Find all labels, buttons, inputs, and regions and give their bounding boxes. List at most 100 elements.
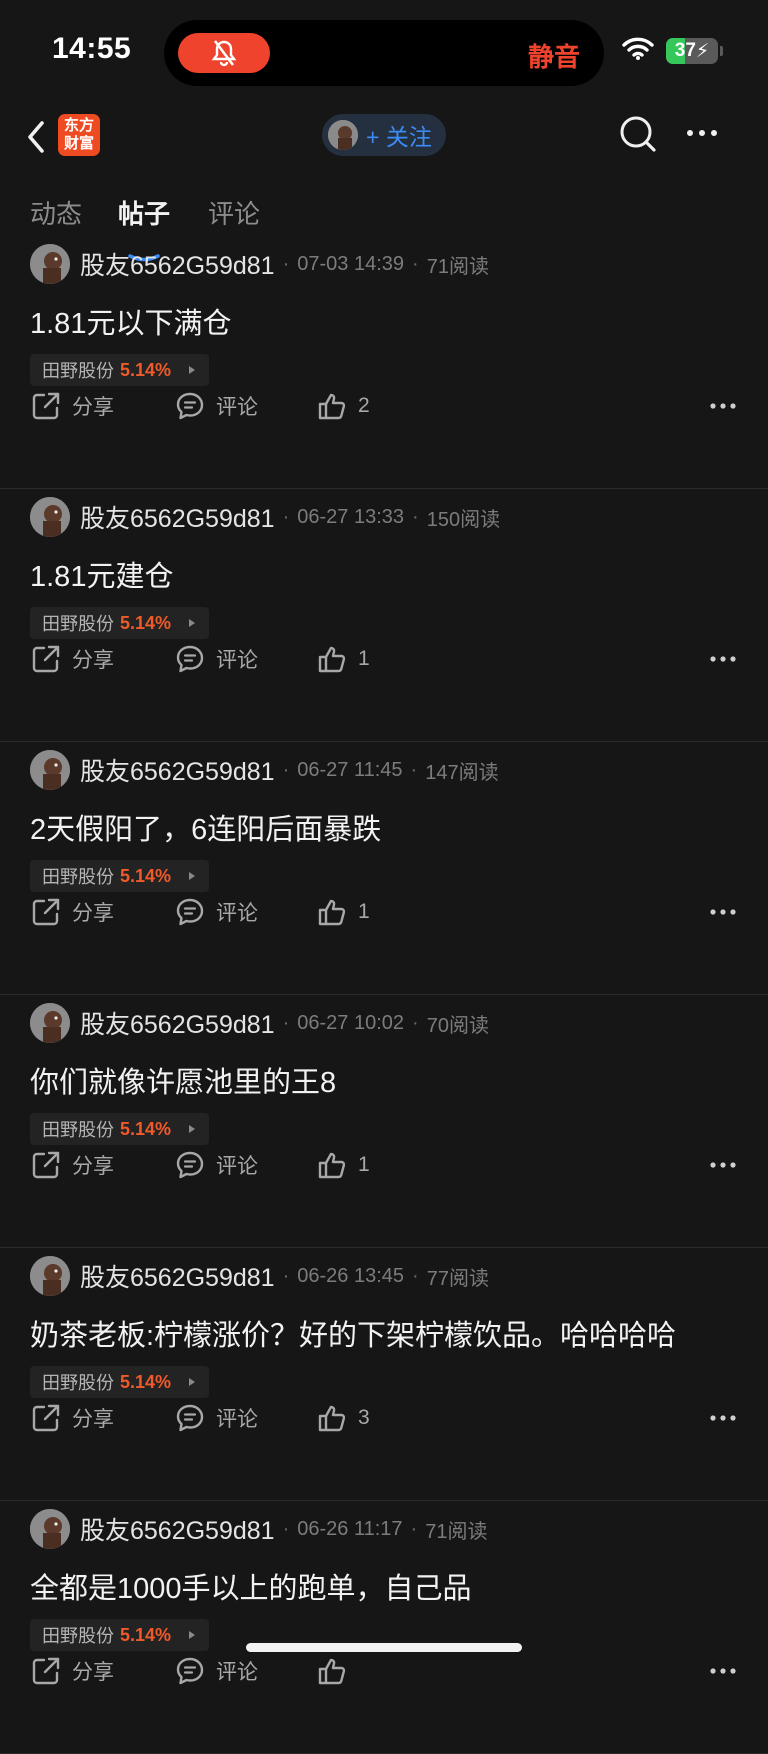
read-count: 71阅读: [425, 1520, 488, 1543]
post-text[interactable]: 1.81元以下满仓: [30, 300, 231, 342]
comment-label: 评论: [216, 902, 258, 925]
post-text[interactable]: 奶茶老板:柠檬涨价？好的下架柠檬饮品。哈哈哈哈: [30, 1312, 676, 1354]
comment-icon: [176, 898, 204, 926]
more-icon[interactable]: [684, 118, 724, 148]
dynamic-island: 静音: [164, 20, 604, 86]
share-button[interactable]: 分享: [30, 1145, 114, 1185]
author-name[interactable]: 股友6562G59d81: [80, 752, 275, 788]
like-count: 1: [358, 900, 370, 923]
stock-tag[interactable]: 田野股份 5.14%: [30, 860, 210, 892]
stock-name: 田野股份: [42, 361, 114, 381]
more-options-icon[interactable]: [708, 1408, 738, 1428]
battery-cap: [720, 46, 723, 56]
like-button[interactable]: 1: [316, 892, 370, 932]
post-item[interactable]: 股友6562G59d81 · 06-27 10:02 · 70阅读 你们就像许愿…: [0, 995, 768, 1248]
share-button[interactable]: 分享: [30, 1651, 114, 1691]
author-name[interactable]: 股友6562G59d81: [80, 246, 275, 282]
post-header: 股友6562G59d81 · 06-26 13:45 · 77阅读: [30, 1256, 489, 1296]
post-text[interactable]: 1.81元建仓: [30, 553, 173, 595]
separator-dot: ·: [282, 252, 290, 275]
tab-activity[interactable]: 动态: [30, 194, 82, 231]
comment-button[interactable]: 评论: [174, 386, 258, 426]
caret-right-icon: [189, 366, 196, 374]
stock-tag[interactable]: 田野股份 5.14%: [30, 1619, 210, 1651]
comment-button[interactable]: 评论: [174, 1398, 258, 1438]
follow-button[interactable]: + 关注: [322, 114, 446, 156]
author-name[interactable]: 股友6562G59d81: [80, 1511, 275, 1547]
avatar[interactable]: [30, 497, 70, 537]
mute-indicator: [178, 33, 270, 73]
author-name[interactable]: 股友6562G59d81: [80, 499, 275, 535]
back-chevron-icon[interactable]: [22, 118, 52, 156]
post-item[interactable]: 股友6562G59d81 · 06-27 13:33 · 150阅读 1.81元…: [0, 489, 768, 742]
stock-tag[interactable]: 田野股份 5.14%: [30, 1366, 210, 1398]
read-count: 150阅读: [426, 508, 501, 531]
stock-change: 5.14%: [120, 865, 172, 886]
post-item[interactable]: 股友6562G59d81 · 07-03 14:39 · 71阅读 1.81元以…: [0, 236, 768, 489]
tab-posts-label: 帖子: [118, 199, 171, 229]
thumbs-up-icon: [318, 1152, 346, 1179]
separator-dot: ·: [412, 505, 419, 528]
tab-bar: 动态 帖子 评论: [0, 172, 768, 262]
status-bar: 14:55 静音 37 ⚡: [0, 0, 768, 100]
read-count: 71阅读: [426, 255, 489, 278]
wifi-icon: [622, 37, 654, 60]
comment-label: 评论: [216, 396, 258, 419]
comment-button[interactable]: 评论: [174, 639, 258, 679]
tab-posts[interactable]: 帖子: [118, 194, 171, 262]
stock-tag[interactable]: 田野股份 5.14%: [30, 354, 210, 386]
more-options-icon[interactable]: [708, 902, 738, 922]
post-item[interactable]: 股友6562G59d81 · 06-26 13:45 · 77阅读 奶茶老板:柠…: [0, 1248, 768, 1501]
like-button[interactable]: 1: [316, 1145, 370, 1185]
more-options-icon[interactable]: [708, 1155, 738, 1175]
share-button[interactable]: 分享: [30, 639, 114, 679]
tab-comments[interactable]: 评论: [208, 194, 260, 231]
share-label: 分享: [72, 649, 114, 672]
share-label: 分享: [72, 396, 114, 419]
avatar[interactable]: [30, 244, 70, 284]
bell-slash-icon: [211, 40, 237, 67]
stock-change: 5.14%: [120, 1371, 172, 1392]
avatar-image-icon: [30, 1256, 70, 1296]
share-button[interactable]: 分享: [30, 1398, 114, 1438]
post-text[interactable]: 2天假阳了，6连阳后面暴跌: [30, 806, 381, 848]
stock-tag[interactable]: 田野股份 5.14%: [30, 1113, 210, 1145]
home-indicator: [246, 1643, 522, 1652]
like-button[interactable]: 1: [316, 639, 370, 679]
nav-bar: 东方 财富 + 关注: [0, 100, 768, 172]
author-name[interactable]: 股友6562G59d81: [80, 1005, 275, 1041]
more-options-icon[interactable]: [708, 1661, 738, 1681]
more-options-icon[interactable]: [708, 396, 738, 416]
like-button[interactable]: 3: [316, 1398, 370, 1438]
post-date: 06-27 13:33: [297, 505, 405, 528]
post-item[interactable]: 股友6562G59d81 · 06-26 11:17 · 71阅读 全都是100…: [0, 1501, 768, 1754]
comment-button[interactable]: 评论: [174, 892, 258, 932]
share-button[interactable]: 分享: [30, 892, 114, 932]
author-name[interactable]: 股友6562G59d81: [80, 1258, 275, 1294]
post-text[interactable]: 全都是1000手以上的跑单，自己品: [30, 1565, 472, 1607]
like-button[interactable]: [316, 1651, 358, 1691]
stock-tag[interactable]: 田野股份 5.14%: [30, 607, 210, 639]
share-button[interactable]: 分享: [30, 386, 114, 426]
avatar[interactable]: [30, 750, 70, 790]
comment-button[interactable]: 评论: [174, 1651, 258, 1691]
follow-label: + 关注: [366, 124, 432, 150]
avatar-image-icon: [30, 1003, 70, 1043]
logo-line2: 财富: [63, 135, 94, 152]
caret-right-icon: [189, 619, 196, 627]
like-count: 1: [358, 1153, 370, 1176]
comment-button[interactable]: 评论: [174, 1145, 258, 1185]
separator-dot: ·: [282, 1264, 290, 1287]
like-count: 2: [358, 394, 370, 417]
post-actions: 分享 评论 1: [30, 639, 738, 679]
battery-level: 37 ⚡: [674, 40, 710, 62]
post-item[interactable]: 股友6562G59d81 · 06-27 11:45 · 147阅读 2天假阳了…: [0, 742, 768, 995]
avatar[interactable]: [30, 1256, 70, 1296]
avatar[interactable]: [30, 1509, 70, 1549]
post-text[interactable]: 你们就像许愿池里的王8: [30, 1059, 336, 1101]
search-icon[interactable]: [618, 114, 658, 154]
more-options-icon[interactable]: [708, 649, 738, 669]
app-logo[interactable]: 东方 财富: [58, 114, 100, 156]
like-button[interactable]: 2: [316, 386, 370, 426]
avatar[interactable]: [30, 1003, 70, 1043]
